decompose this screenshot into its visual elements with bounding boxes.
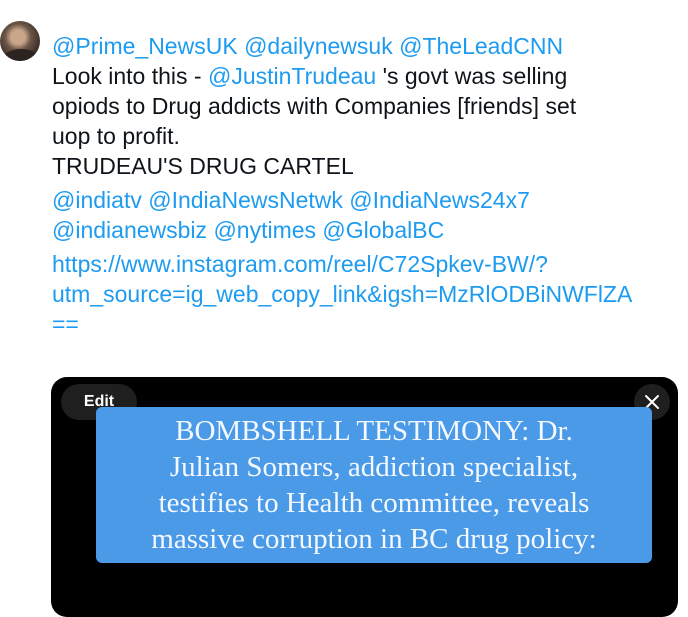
caption-line: testifies to Health committee, reveals (158, 487, 590, 519)
url-line[interactable]: utm_source=ig_web_copy_link&igsh=MzRlODB… (52, 279, 682, 309)
url-line[interactable]: https://www.instagram.com/reel/C72Spkev-… (52, 249, 682, 279)
mentions-line: @indiatv @IndiaNewsNetwk @IndiaNews24x7 (52, 185, 682, 215)
mention-link[interactable]: @IndiaNews24x7 (349, 187, 530, 213)
avatar[interactable] (0, 21, 40, 61)
body-line: uop to profit. (52, 123, 180, 149)
body-line: Look into this - @JustinTrudeau 's govt … (52, 61, 682, 91)
body-line: opiods to Drug addicts with Companies [f… (52, 93, 577, 119)
mention-link[interactable]: @TheLeadCNN (399, 33, 563, 59)
url-line[interactable]: == (52, 309, 682, 339)
mention-link[interactable]: @nytimes (213, 217, 316, 243)
tweet-text: @Prime_NewsUK @dailynewsuk @TheLeadCNN L… (52, 31, 682, 339)
mention-link[interactable]: @JustinTrudeau (208, 63, 376, 89)
url-link[interactable]: https://www.instagram.com/reel/C72Spkev-… (52, 249, 682, 339)
body-text: Look into this - (52, 63, 208, 89)
mention-link[interactable]: @indiatv (52, 187, 142, 213)
mention-link[interactable]: @indianewsbiz (52, 217, 207, 243)
video-caption: BOMBSHELL TESTIMONY: Dr. Julian Somers, … (96, 407, 652, 563)
media-attachment[interactable]: Edit BOMBSHELL TESTIMONY: Dr. Julian Som… (51, 377, 678, 617)
mention-link[interactable]: @dailynewsuk (244, 33, 393, 59)
caption-line: BOMBSHELL TESTIMONY: Dr. (175, 415, 573, 447)
mentions-line: @indianewsbiz @nytimes @GlobalBC (52, 215, 682, 245)
avatar-shoulders (4, 49, 38, 61)
body-text: 's govt was selling (376, 63, 568, 89)
mention-link[interactable]: @Prime_NewsUK (52, 33, 238, 59)
caption-line: Julian Somers, addiction specialist, (169, 451, 579, 483)
caption-line: massive corruption in BC drug policy: (151, 523, 597, 555)
headline-line: TRUDEAU'S DRUG CARTEL (52, 153, 354, 179)
reply-mentions-line: @Prime_NewsUK @dailynewsuk @TheLeadCNN (52, 31, 682, 61)
mention-link[interactable]: @GlobalBC (322, 217, 444, 243)
mention-link[interactable]: @IndiaNewsNetwk (148, 187, 343, 213)
